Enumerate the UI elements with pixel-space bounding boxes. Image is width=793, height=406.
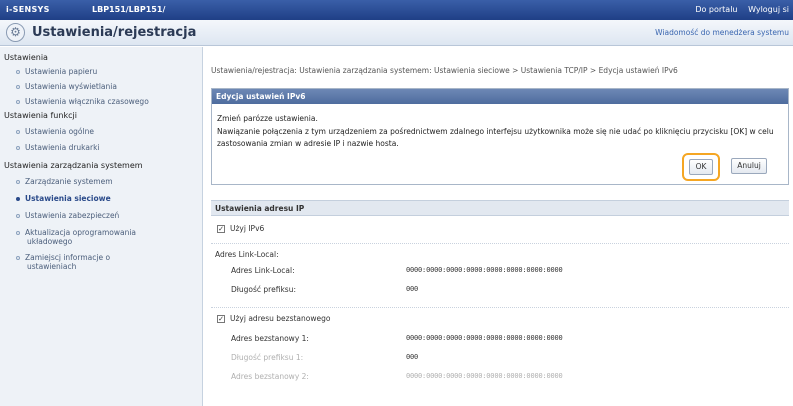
stateless2-label: Adres bezstanowy 2: [231,372,309,381]
stateless2-value: 0000:0000:0000:0000:0000:0000:0000:0000 [406,372,563,380]
link-local-heading: Adres Link-Local: [215,250,279,259]
sidebar-item-import-export[interactable]: Zamiejscj informacje o ustawieniach [16,253,110,271]
title-bar: ⚙ Ustawienia/rejestracja Wiadomość do me… [0,20,793,46]
bullet-icon [16,130,20,134]
bullet-icon [16,197,20,201]
ok-button-highlight: OK [682,153,720,181]
bullet-icon [16,100,20,104]
bullet-icon [16,146,20,150]
sidebar-item-paper[interactable]: Ustawienia papieru [16,67,97,76]
stateless1-label: Adres bezstanowy 1: [231,334,309,343]
stateless-row: ✓ Użyj adresu bezstanowego [211,307,789,323]
portal-link[interactable]: Do portalu [695,5,737,14]
bullet-icon [16,85,20,89]
top-bar: i-SENSYS LBP151/LBP151/ Do portalu Wylog… [0,0,793,20]
settings-gear-icon: ⚙ [6,23,25,42]
bullet-icon [16,231,20,235]
sidebar-heading-system[interactable]: Ustawienia zarządzania systemem [4,161,143,170]
breadcrumb: Ustawienia/rejestracja: Ustawienia zarzą… [211,66,678,75]
sidebar-item-timer[interactable]: Ustawienia włącznika czasowego [16,97,149,106]
dialog-title: Edycja ustawień IPv6 [212,89,788,104]
message-to-admin-link[interactable]: Wiadomość do menedżera systemu [655,28,789,37]
prefix-label: Długość prefiksu: [231,285,296,294]
logout-link[interactable]: Wyloguj si [748,5,789,14]
prefix-value: 000 [406,285,419,293]
stateless-checkbox[interactable]: ✓ [217,315,225,323]
printer-model: LBP151/LBP151/ [92,5,166,14]
link-local-label: Adres Link-Local: [231,266,295,275]
sidebar-item-security[interactable]: Ustawienia zabezpieczeń [16,211,119,220]
bullet-icon [16,180,20,184]
ok-button[interactable]: OK [689,159,713,175]
section-title: Ustawienia adresu IP [211,200,789,216]
prefix1-label: Długość prefiksu 1: [231,353,304,362]
bullet-icon [16,214,20,218]
page-title: Ustawienia/rejestracja [32,25,197,40]
top-links: Do portalu Wyloguj si [687,5,789,14]
prefix1-value: 000 [406,353,419,361]
dialog-message-warning: Nawiązanie połączenia z tym urządzeniem … [217,127,774,148]
sidebar-item-display[interactable]: Ustawienia wyświetlania [16,82,117,91]
sidebar-item-system-management[interactable]: Zarządzanie systemem [16,177,113,186]
sidebar-item-printer[interactable]: Ustawienia drukarki [16,143,100,152]
sidebar-heading-functions[interactable]: Ustawienia funkcji [4,111,77,120]
cancel-button[interactable]: Anuluj [731,158,767,174]
use-ipv6-checkbox[interactable]: ✓ [217,225,225,233]
sidebar-item-firmware-update[interactable]: Aktualizacja oprogramowania układowego [16,228,136,246]
sidebar-heading-settings[interactable]: Ustawienia [4,53,48,62]
dialog-message-primary: Zmień parózze ustawienia. [217,114,318,123]
link-local-heading-row: Adres Link-Local: [211,243,789,259]
stateless1-value: 0000:0000:0000:0000:0000:0000:0000:0000 [406,334,563,342]
brand-logo: i-SENSYS [6,5,50,14]
bullet-icon [16,256,20,260]
confirm-dialog: Edycja ustawień IPv6 Zmień parózze ustaw… [211,88,789,185]
link-local-value: 0000:0000:0000:0000:0000:0000:0000:0000 [406,266,563,274]
bullet-icon [16,70,20,74]
sidebar-item-network[interactable]: Ustawienia sieciowe [16,194,111,203]
sidebar-item-general[interactable]: Ustawienia ogólne [16,127,94,136]
sidebar: Ustawienia Ustawienia papieru Ustawienia… [0,47,203,406]
ip-address-settings: Ustawienia adresu IP ✓ Użyj IPv6 Adres Li… [211,200,789,406]
